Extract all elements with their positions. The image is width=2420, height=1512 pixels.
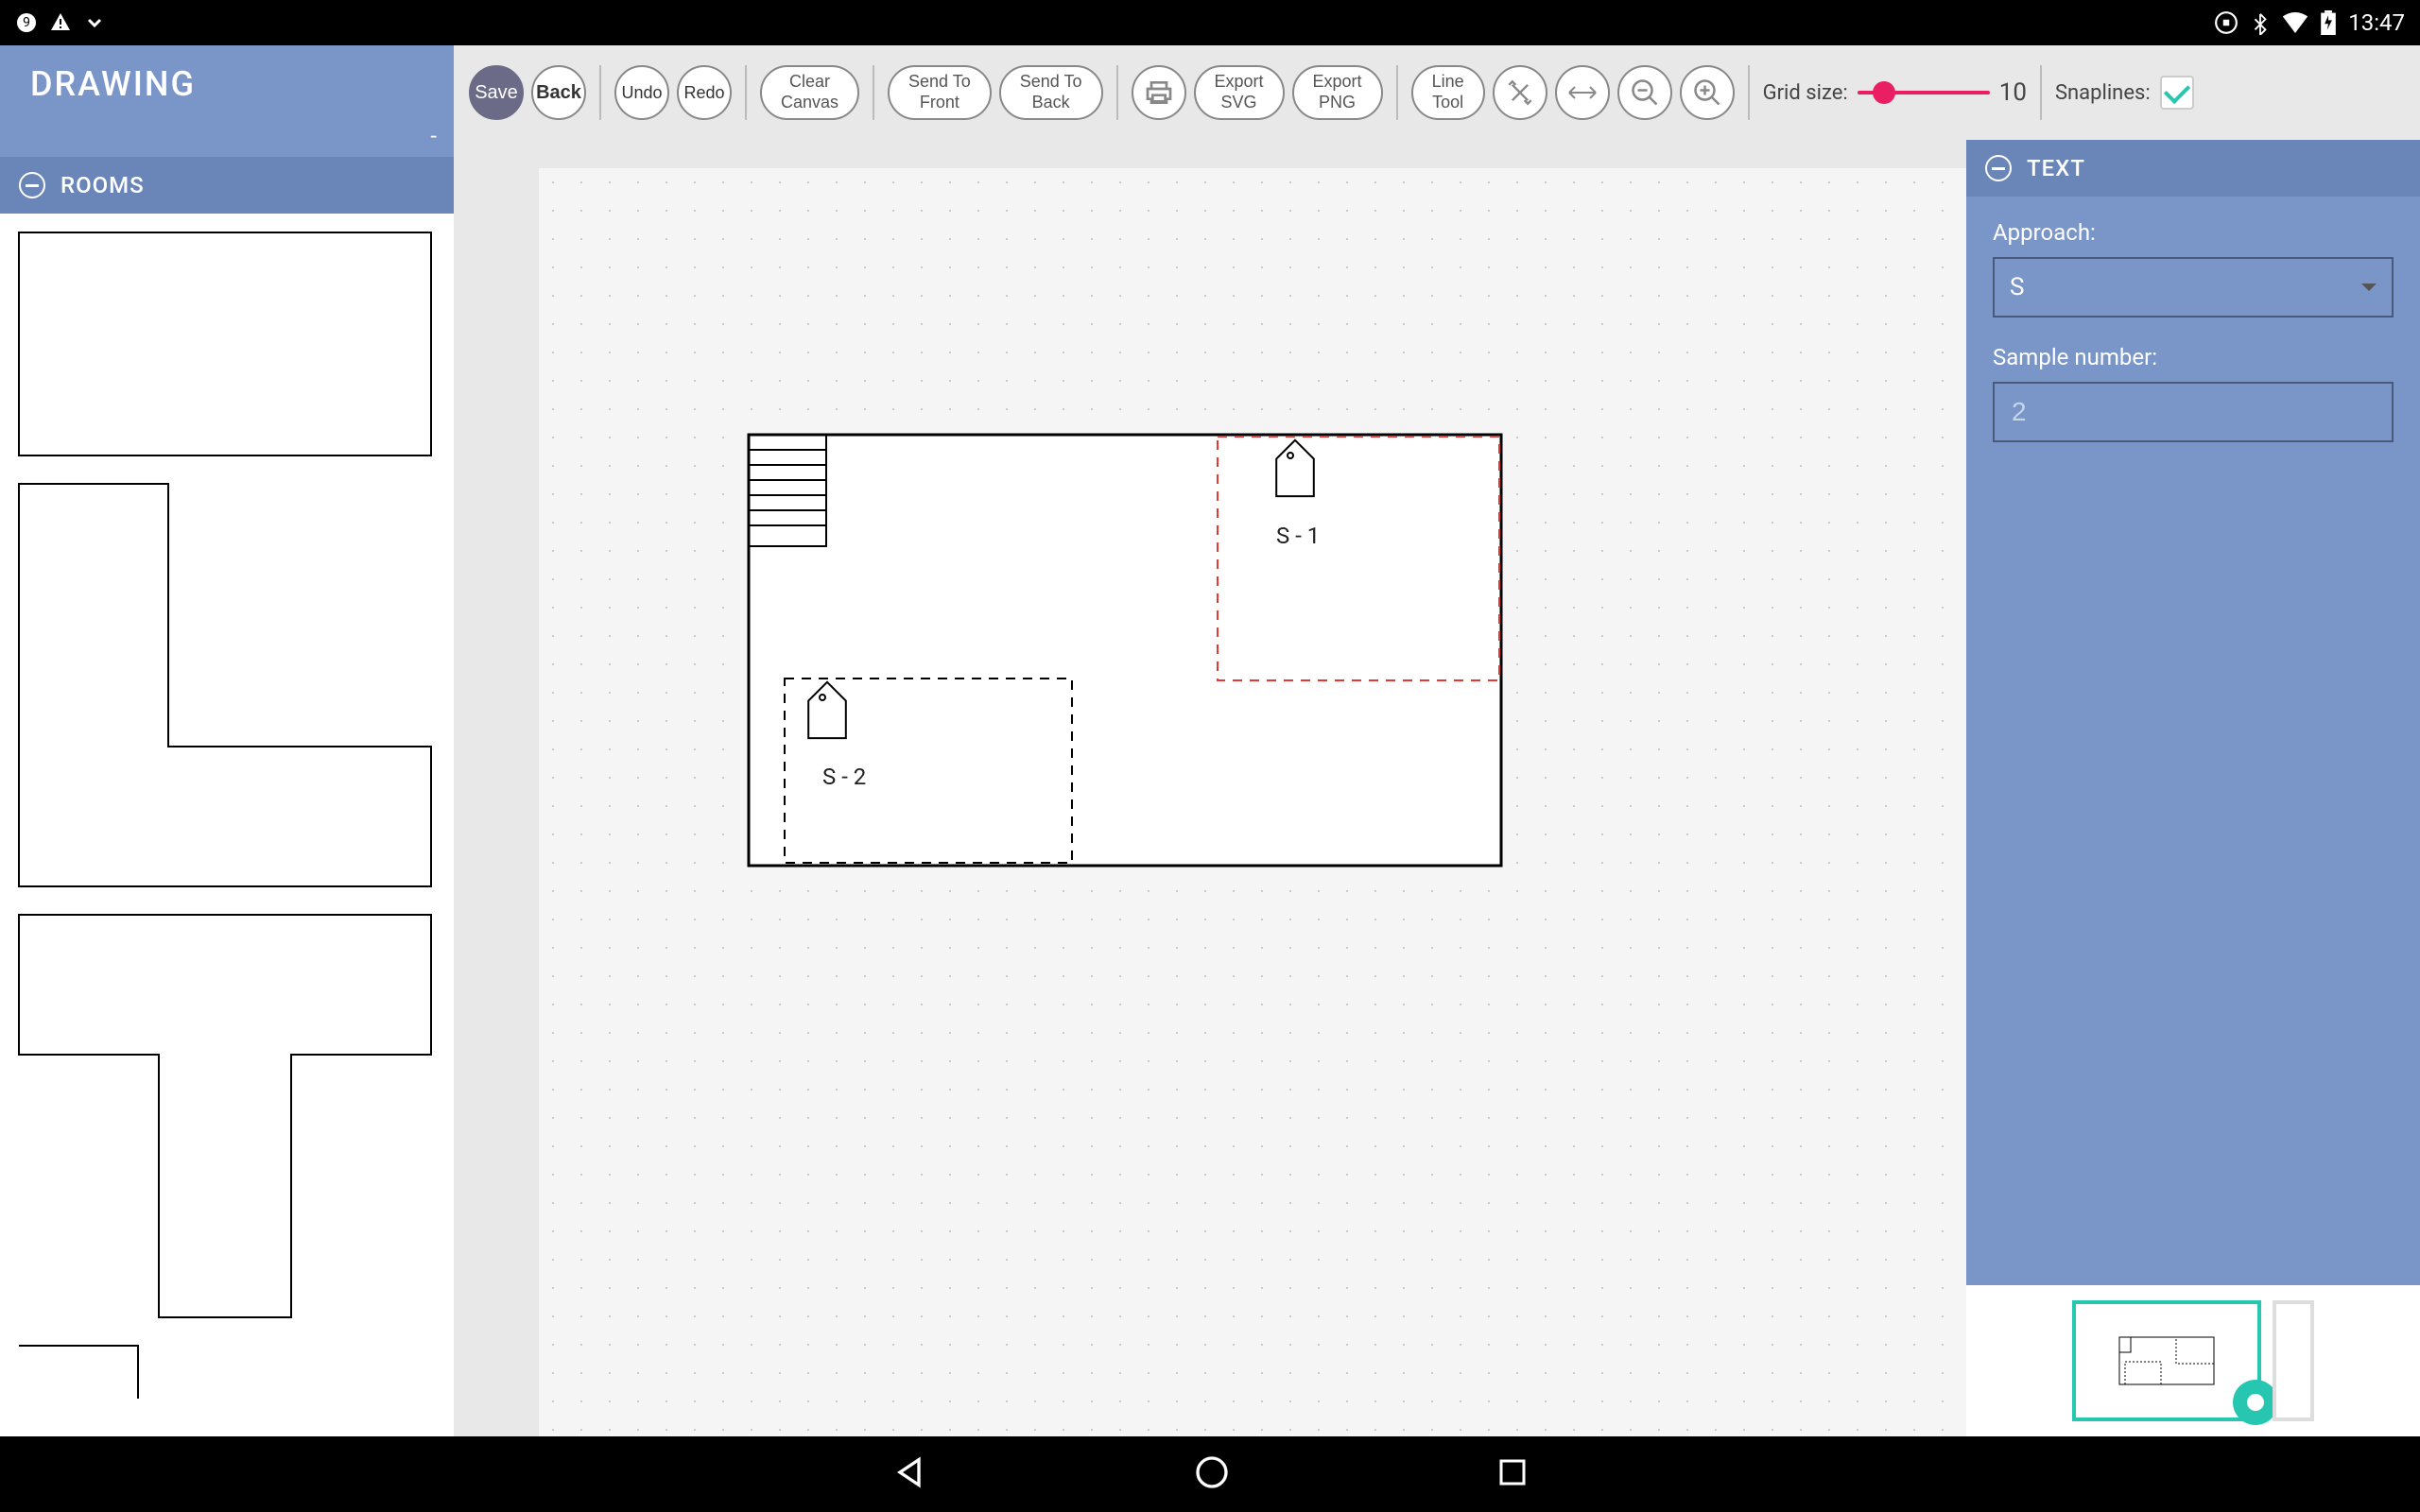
snaplines-control: Snaplines: (2055, 76, 2194, 110)
snaplines-checkbox[interactable] (2160, 76, 2194, 110)
tag-label-1[interactable]: S - 1 (1276, 523, 1320, 549)
rotate-lock-icon (2214, 10, 2238, 35)
print-button[interactable] (1132, 65, 1186, 120)
divider (1396, 65, 1398, 120)
slider-thumb[interactable] (1873, 81, 1895, 104)
undo-button[interactable]: Undo (614, 65, 669, 120)
room-shape-t-shape[interactable] (17, 913, 437, 1323)
back-nav-button[interactable] (890, 1453, 928, 1495)
export-svg-button[interactable]: Export SVG (1194, 65, 1285, 120)
resize-horizontal-button[interactable] (1555, 65, 1610, 120)
grid-size-slider[interactable] (1858, 91, 1990, 94)
left-sidebar: DRAWING - ROOMS (0, 45, 454, 1436)
zoom-out-icon (1631, 78, 1659, 107)
send-to-front-button[interactable]: Send To Front (888, 65, 992, 120)
page-thumbnail-active[interactable] (2072, 1300, 2261, 1421)
right-properties-panel: TEXT Approach: S Sample number: (1966, 140, 2420, 1436)
zoom-out-button[interactable] (1617, 65, 1672, 120)
tag-label-2[interactable]: S - 2 (822, 764, 866, 790)
active-page-indicator-icon (2233, 1380, 2278, 1425)
top-toolbar: Save Back Undo Redo Clear Canvas Send To… (454, 45, 2420, 140)
sidebar-header: DRAWING (0, 45, 454, 123)
warning-icon (49, 11, 72, 34)
room-shape-l-shape[interactable] (17, 482, 437, 892)
rooms-label: ROOMS (60, 172, 145, 198)
page-title: DRAWING (30, 64, 196, 104)
notification-icon: 9 (15, 11, 38, 34)
page-thumbnail-next[interactable] (2273, 1300, 2314, 1421)
floor-plan[interactable] (747, 433, 1503, 868)
clock-time: 13:47 (2348, 9, 2405, 36)
android-nav-bar (0, 1436, 2420, 1512)
sample-number-label: Sample number: (1993, 344, 2394, 370)
printer-icon (1144, 77, 1174, 108)
divider (1116, 65, 1118, 120)
wifi-icon (2282, 12, 2308, 33)
collapse-icon[interactable] (1985, 155, 2012, 181)
redo-button[interactable]: Redo (677, 65, 732, 120)
svg-text:9: 9 (23, 15, 30, 30)
chevron-down-icon (83, 11, 106, 34)
snaplines-label: Snaplines: (2055, 81, 2151, 105)
back-button[interactable]: Back (531, 65, 586, 120)
rooms-section-header[interactable]: ROOMS (0, 157, 454, 214)
arrows-horizontal-icon (1567, 83, 1598, 102)
page-thumbnails (1966, 1285, 2420, 1436)
text-panel-header[interactable]: TEXT (1966, 140, 2420, 197)
recents-nav-button[interactable] (1495, 1455, 1530, 1493)
grid-size-label: Grid size: (1763, 81, 1848, 105)
battery-charging-icon (2320, 10, 2337, 35)
divider (1748, 65, 1750, 120)
room-shapes-list (0, 214, 454, 1436)
divider (745, 65, 747, 120)
send-to-back-button[interactable]: Send To Back (999, 65, 1103, 120)
divider (599, 65, 601, 120)
sidebar-subtitle: - (0, 123, 454, 157)
arrows-move-icon (1507, 79, 1533, 106)
approach-label: Approach: (1993, 219, 2394, 246)
room-shape-small[interactable] (17, 1344, 437, 1404)
drawing-canvas[interactable]: S - 1 S - 2 (539, 168, 1966, 1436)
bluetooth-icon (2250, 10, 2271, 35)
collapse-icon[interactable] (19, 172, 45, 198)
clear-canvas-button[interactable]: Clear Canvas (760, 65, 859, 120)
line-tool-button[interactable]: Line Tool (1411, 65, 1485, 120)
chevron-down-icon (2361, 284, 2377, 291)
check-icon (2164, 77, 2190, 104)
panel-title: TEXT (2027, 155, 2085, 181)
approach-select[interactable]: S (1993, 257, 2394, 318)
divider (2040, 65, 2042, 120)
divider (873, 65, 874, 120)
room-shape-rectangle[interactable] (17, 231, 437, 461)
android-status-bar: 9 13:47 (0, 0, 2420, 45)
zoom-in-icon (1693, 78, 1721, 107)
grid-size-control: Grid size: 10 (1763, 78, 2027, 107)
home-nav-button[interactable] (1193, 1453, 1231, 1495)
grid-size-value: 10 (1999, 78, 2027, 107)
save-button[interactable]: Save (469, 65, 524, 120)
zoom-in-button[interactable] (1680, 65, 1735, 120)
sample-number-input[interactable] (1993, 382, 2394, 442)
move-tool-button[interactable] (1493, 65, 1547, 120)
panel-body: Approach: S Sample number: (1966, 197, 2420, 1285)
export-png-button[interactable]: Export PNG (1292, 65, 1383, 120)
